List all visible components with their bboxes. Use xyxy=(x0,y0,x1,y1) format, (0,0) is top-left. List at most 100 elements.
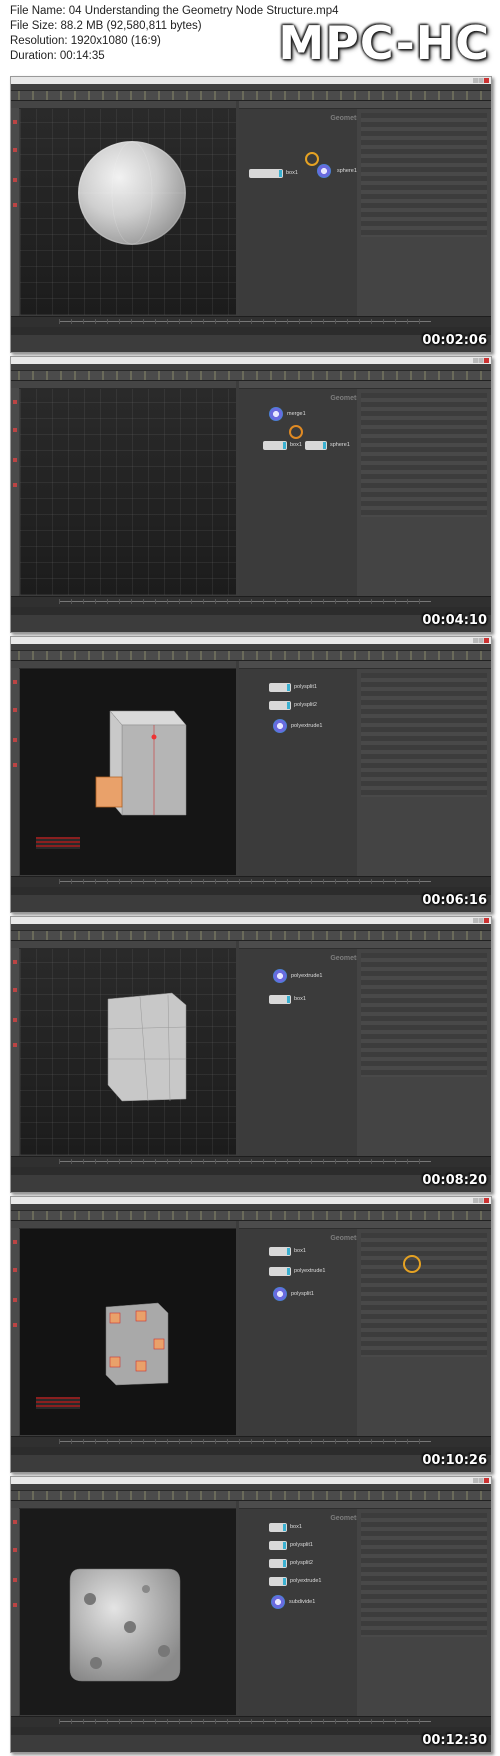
node-polyextrude[interactable]: polyextrude1 xyxy=(273,969,323,983)
scene-viewport[interactable] xyxy=(20,1509,236,1715)
node-polysplit[interactable]: polysplit1 xyxy=(269,1541,313,1550)
sphere-guide-lines xyxy=(78,141,186,245)
node-label: polysplit2 xyxy=(290,1560,313,1566)
node-label: box1 xyxy=(294,1248,306,1254)
menu-bar[interactable] xyxy=(11,1484,491,1491)
playbar-timeline[interactable] xyxy=(11,876,491,887)
hud-readout xyxy=(36,837,80,849)
network-editor[interactable]: Geometry box1 sphere1 xyxy=(239,109,369,316)
selection-handle[interactable] xyxy=(289,425,303,439)
selection-handle[interactable] xyxy=(403,1255,421,1273)
playbar-timeline[interactable] xyxy=(11,1716,491,1727)
status-bar xyxy=(11,1167,491,1175)
playbar-timeline[interactable] xyxy=(11,596,491,607)
scene-viewport[interactable] xyxy=(20,1229,236,1435)
selection-handle[interactable] xyxy=(305,152,319,166)
shelf-toolbar[interactable] xyxy=(11,931,491,941)
playbar-timeline[interactable] xyxy=(11,316,491,327)
window-controls[interactable] xyxy=(473,638,489,643)
menu-bar[interactable] xyxy=(11,364,491,371)
window-controls[interactable] xyxy=(473,358,489,363)
node-sphere[interactable]: sphere1 xyxy=(317,164,357,178)
node-polysplit[interactable]: polysplit1 xyxy=(269,683,317,692)
hud-readout xyxy=(36,1397,80,1409)
node-merge[interactable]: merge1 xyxy=(269,407,306,421)
node-box[interactable]: box1 xyxy=(269,995,306,1004)
network-editor[interactable]: polysplit1 polysplit2 polyextrude1 xyxy=(239,669,369,876)
shelf-toolbar[interactable] xyxy=(11,1211,491,1221)
menu-bar[interactable] xyxy=(11,644,491,651)
network-editor[interactable]: Geometry polyextrude1 box1 xyxy=(239,949,369,1156)
right-panes: polysplit1 polysplit2 polyextrude1 xyxy=(239,661,491,876)
node-polyextrude[interactable]: polyextrude1 xyxy=(269,1577,322,1586)
viewport-toolbar[interactable] xyxy=(11,1501,236,1509)
parameter-editor[interactable] xyxy=(357,389,491,596)
viewport-toolbar[interactable] xyxy=(11,941,236,949)
shelf-toolbar[interactable] xyxy=(11,371,491,381)
network-editor[interactable]: Geometry merge1 box1 sphere1 xyxy=(239,389,369,596)
scene-viewport[interactable] xyxy=(20,669,236,875)
left-tool-strip[interactable] xyxy=(11,1228,19,1436)
menu-bar[interactable] xyxy=(11,1204,491,1211)
node-sphere[interactable]: sphere1 xyxy=(305,441,350,450)
node-box[interactable]: box1 xyxy=(269,1523,302,1532)
pane-tabs[interactable] xyxy=(239,1221,491,1229)
node-box[interactable]: box1 xyxy=(263,441,302,450)
menu-bar[interactable] xyxy=(11,924,491,931)
scene-viewport[interactable] xyxy=(20,389,236,595)
node-label: polyextrude1 xyxy=(290,1578,322,1584)
shelf-toolbar[interactable] xyxy=(11,91,491,101)
parameter-editor[interactable] xyxy=(357,1229,491,1436)
window-controls[interactable] xyxy=(473,918,489,923)
viewport-toolbar[interactable] xyxy=(11,1221,236,1229)
thumbnail-frame-3[interactable]: polysplit1 polysplit2 polyextrude1 00:06… xyxy=(10,636,492,913)
shelf-toolbar[interactable] xyxy=(11,651,491,661)
node-polyextrude[interactable]: polyextrude1 xyxy=(269,1267,326,1276)
node-polysplit[interactable]: polysplit2 xyxy=(269,1559,313,1568)
left-tool-strip[interactable] xyxy=(11,108,19,316)
pane-tabs[interactable] xyxy=(239,381,491,389)
node-box[interactable]: box1 xyxy=(249,169,298,178)
playbar-timeline[interactable] xyxy=(11,1156,491,1167)
parameter-editor[interactable] xyxy=(357,949,491,1156)
viewport-toolbar[interactable] xyxy=(11,101,236,109)
parameter-editor[interactable] xyxy=(357,669,491,876)
node-polysplit[interactable]: polysplit1 xyxy=(273,1287,314,1301)
thumbnail-frame-4[interactable]: Geometry polyextrude1 box1 00:08:20 xyxy=(10,916,492,1193)
window-controls[interactable] xyxy=(473,78,489,83)
window-controls[interactable] xyxy=(473,1198,489,1203)
parameter-editor[interactable] xyxy=(357,1509,491,1716)
pane-tabs[interactable] xyxy=(239,941,491,949)
pane-tabs[interactable] xyxy=(239,101,491,109)
left-tool-strip[interactable] xyxy=(11,388,19,596)
thumbnail-frame-1[interactable]: Geometry box1 sphere1 00:02:06 xyxy=(10,76,492,353)
node-label: merge1 xyxy=(287,411,306,417)
network-editor[interactable]: Geometry box1 polyextrude1 polysplit1 xyxy=(239,1229,369,1436)
network-editor[interactable]: Geometry box1 polysplit1 polysplit2 poly… xyxy=(239,1509,369,1716)
window-controls[interactable] xyxy=(473,1478,489,1483)
node-box[interactable]: box1 xyxy=(269,1247,306,1256)
playbar-timeline[interactable] xyxy=(11,1436,491,1447)
node-subdivide[interactable]: subdivide1 xyxy=(271,1595,315,1609)
scene-viewport[interactable] xyxy=(20,109,236,315)
left-tool-strip[interactable] xyxy=(11,1508,19,1716)
thumbnail-frame-5[interactable]: Geometry box1 polyextrude1 polysplit1 00… xyxy=(10,1196,492,1473)
menu-bar[interactable] xyxy=(11,84,491,91)
extruded-faces-geometry xyxy=(107,992,187,1102)
parameter-editor[interactable] xyxy=(357,109,491,316)
left-tool-strip[interactable] xyxy=(11,668,19,876)
viewport-toolbar[interactable] xyxy=(11,661,236,669)
node-polyextrude[interactable]: polyextrude1 xyxy=(273,719,323,733)
node-label: sphere1 xyxy=(337,168,357,174)
viewport-toolbar[interactable] xyxy=(11,381,236,389)
pane-tabs[interactable] xyxy=(239,661,491,669)
shelf-toolbar[interactable] xyxy=(11,1491,491,1501)
thumbnail-frame-2[interactable]: Geometry merge1 box1 sphere1 00:04:10 xyxy=(10,356,492,633)
pane-tabs[interactable] xyxy=(239,1501,491,1509)
node-polysplit[interactable]: polysplit2 xyxy=(269,701,317,710)
thumbnail-frame-6[interactable]: Geometry box1 polysplit1 polysplit2 poly… xyxy=(10,1476,492,1753)
node-label: box1 xyxy=(290,1524,302,1530)
scene-viewport[interactable] xyxy=(20,949,236,1155)
mpc-hc-logo: MPC-HC xyxy=(278,16,490,70)
left-tool-strip[interactable] xyxy=(11,948,19,1156)
